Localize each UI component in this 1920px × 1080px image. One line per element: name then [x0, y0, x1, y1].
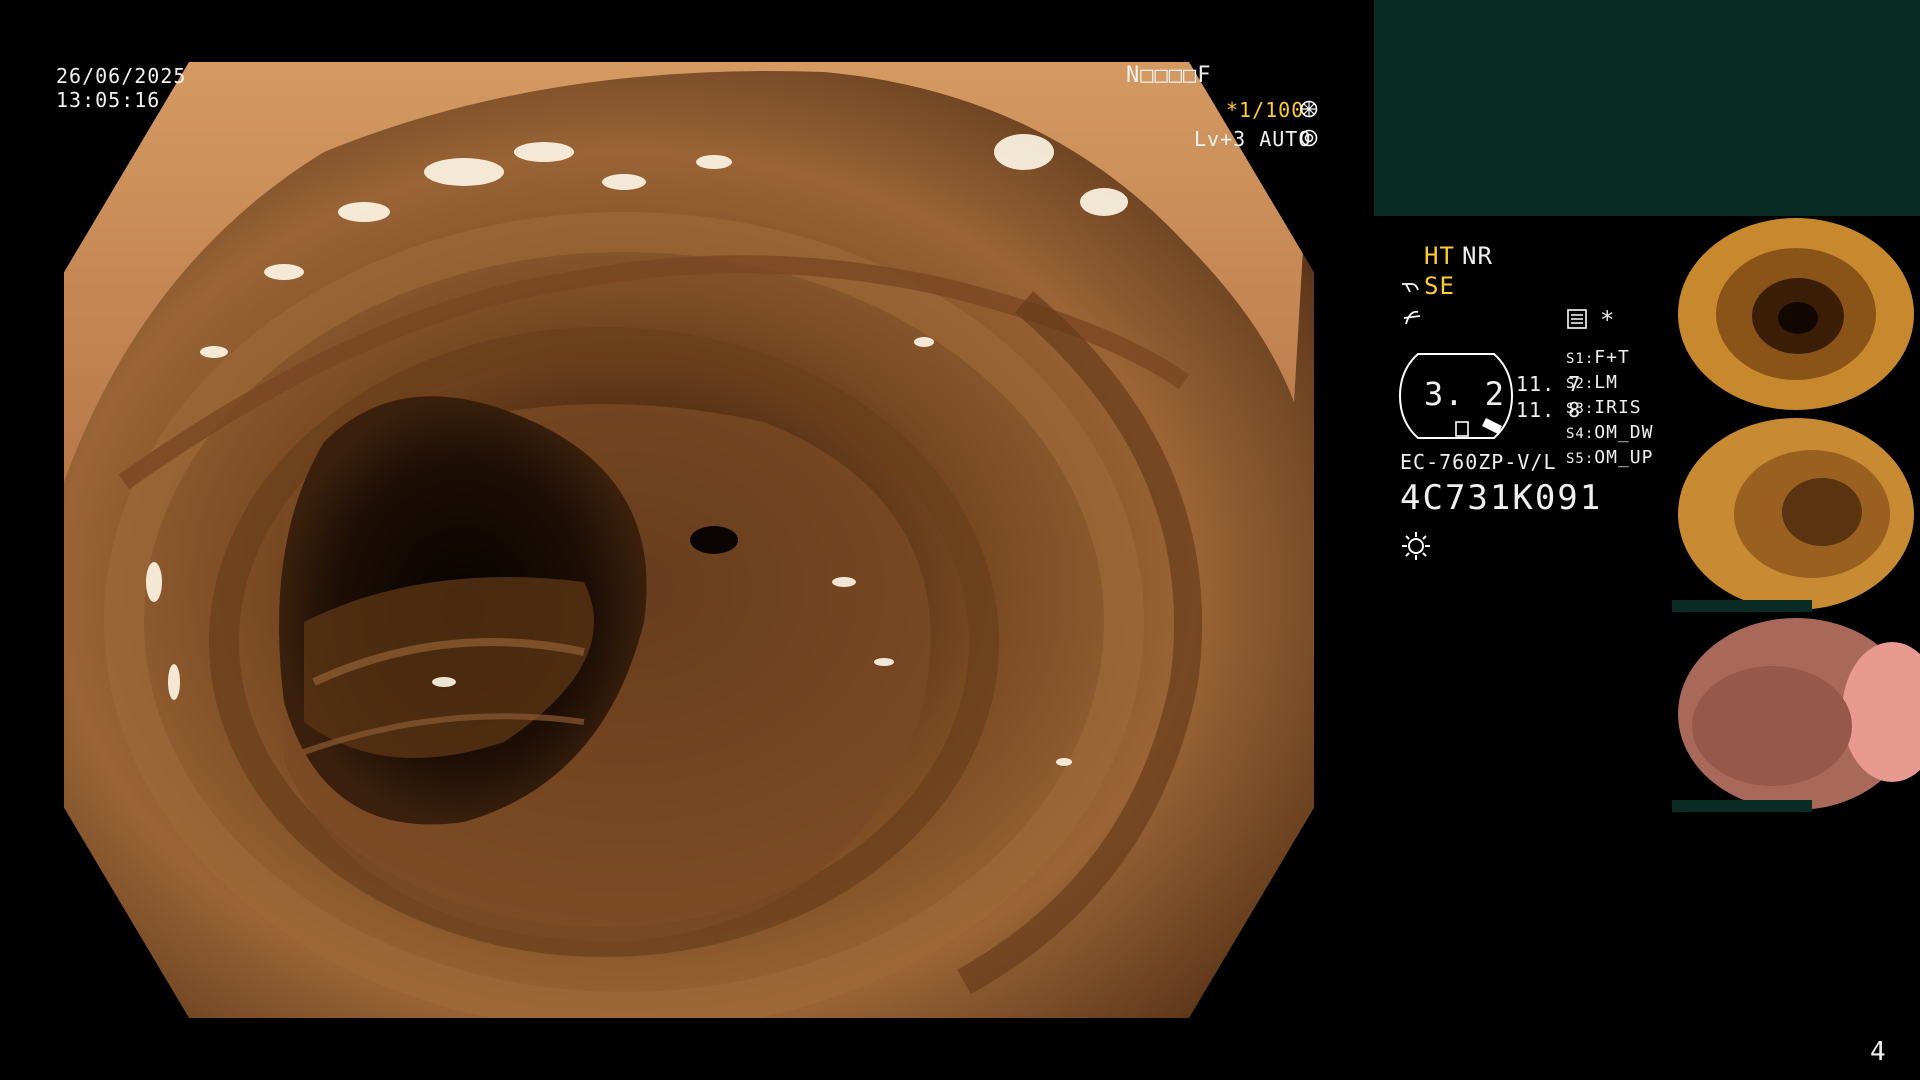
patient-code: N□□□□F: [1126, 63, 1212, 88]
page-number: 4: [1870, 1037, 1887, 1067]
zoom-value: 3. 2: [1424, 375, 1506, 413]
switch-list: S1:F+T S2:LM S3:IRIS S4:OM_DW S5:OM_UP: [1566, 346, 1653, 471]
freeze-icon: [1402, 306, 1424, 328]
switch-item: S2:LM: [1566, 372, 1618, 393]
light-icon: [1400, 530, 1432, 562]
scope-icon: [1400, 276, 1424, 298]
switch-item: S5:OM_UP: [1566, 447, 1654, 468]
ht-label: HT: [1424, 242, 1455, 270]
serial-number: 4C731K091: [1400, 478, 1603, 518]
time-label: 13:05:16: [56, 88, 161, 112]
memory-icon: [1566, 308, 1588, 330]
level-label: Lv+3 AUTO: [1194, 127, 1312, 151]
se-label: SE: [1424, 272, 1455, 300]
thumbnail-2[interactable]: [1672, 416, 1920, 612]
switch-item: S3:IRIS: [1566, 397, 1642, 418]
endoscope-view: [64, 62, 1314, 1018]
star-label: *: [1600, 306, 1616, 334]
shutter-label: *1/100: [1226, 98, 1305, 122]
shutter-icon: [1300, 100, 1318, 118]
scope-model: EC-760ZP-V/L: [1400, 450, 1557, 474]
thumbnail-1[interactable]: [1672, 216, 1920, 412]
switch-item: S4:OM_DW: [1566, 422, 1654, 443]
switch-item: S1:F+T: [1566, 347, 1630, 368]
colon-lumen-image: [64, 62, 1314, 1018]
thumbnail-3[interactable]: [1672, 616, 1920, 812]
thumbnail-header-panel: [1374, 0, 1920, 216]
date-label: 26/06/2025: [56, 64, 187, 88]
iris-icon: [1300, 129, 1318, 147]
nr-label: NR: [1462, 242, 1493, 270]
